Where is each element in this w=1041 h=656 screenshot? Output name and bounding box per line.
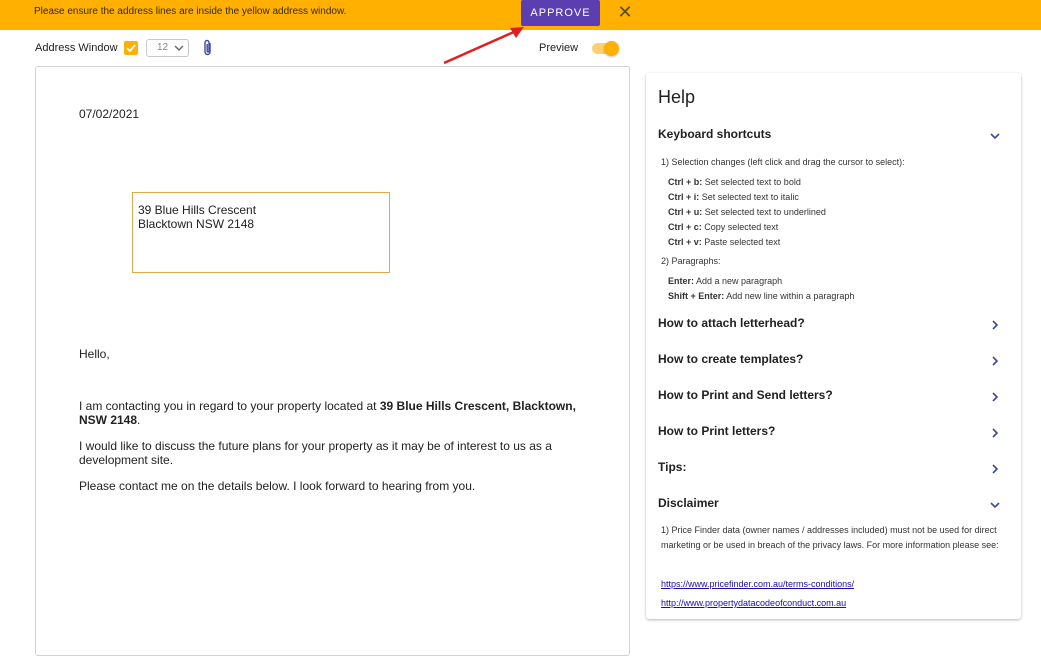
- address-line-1: 39 Blue Hills Crescent: [138, 203, 257, 217]
- letter-date: 07/02/2021: [79, 107, 140, 121]
- address-window: 39 Blue Hills Crescent Blacktown NSW 214…: [132, 192, 390, 273]
- chevron-down-icon: [174, 45, 184, 51]
- chevron-right-icon[interactable]: [989, 391, 1001, 403]
- letter-editor[interactable]: 07/02/2021 39 Blue Hills Crescent Blackt…: [35, 66, 630, 656]
- preview-label: Preview: [539, 42, 579, 54]
- approve-button[interactable]: APPROVE: [521, 0, 600, 26]
- chevron-down-icon[interactable]: [989, 499, 1001, 511]
- preview-toggle[interactable]: [592, 41, 620, 56]
- chevron-right-icon[interactable]: [989, 319, 1001, 331]
- help-panel: Help Keyboard shortcuts 1) Selection cha…: [646, 73, 1021, 619]
- paragraph-1: I am contacting you in regard to your pr…: [79, 399, 576, 427]
- keyboard-shortcuts-header[interactable]: Keyboard shortcuts: [658, 127, 771, 141]
- paperclip-icon[interactable]: [202, 39, 214, 57]
- address-window-label: Address Window: [35, 42, 118, 54]
- red-arrow-icon: [443, 27, 524, 65]
- font-size-value: 12: [157, 42, 169, 53]
- address-line-2: Blacktown NSW 2148: [138, 217, 255, 231]
- shortcut-item: Ctrl + v: Paste selected text: [668, 237, 781, 247]
- paragraphs-heading: 2) Paragraphs:: [661, 256, 721, 266]
- shortcut-item: Ctrl + i: Set selected text to italic: [668, 192, 799, 202]
- chevron-right-icon[interactable]: [989, 463, 1001, 475]
- shortcut-item: Ctrl + b: Set selected text to bold: [668, 177, 801, 187]
- help-title: Help: [658, 87, 696, 107]
- checkmark-icon: [126, 44, 136, 53]
- disclaimer-text: 1) Price Finder data (owner names / addr…: [661, 525, 999, 550]
- section-print-send[interactable]: How to Print and Send letters?: [658, 388, 833, 402]
- banner-message: Please ensure the address lines are insi…: [34, 6, 347, 17]
- close-icon[interactable]: ✕: [616, 3, 634, 21]
- section-create-templates[interactable]: How to create templates?: [658, 352, 803, 366]
- code-of-conduct-link[interactable]: http://www.propertydatacodeofconduct.com…: [661, 598, 846, 608]
- paragraph-3: Please contact me on the details below. …: [79, 479, 476, 493]
- section-disclaimer[interactable]: Disclaimer: [658, 496, 719, 510]
- chevron-right-icon[interactable]: [989, 427, 1001, 439]
- paragraph-2: I would like to discuss the future plans…: [79, 439, 552, 467]
- shortcut-item: Ctrl + c: Copy selected text: [668, 222, 779, 232]
- shortcut-item: Ctrl + u: Set selected text to underline…: [668, 207, 826, 217]
- chevron-down-icon[interactable]: [989, 130, 1001, 142]
- section-attach-letterhead[interactable]: How to attach letterhead?: [658, 316, 805, 330]
- chevron-right-icon[interactable]: [989, 355, 1001, 367]
- selection-heading: 1) Selection changes (left click and dra…: [661, 157, 905, 167]
- terms-link[interactable]: https://www.pricefinder.com.au/terms-con…: [661, 579, 854, 589]
- section-print-letters[interactable]: How to Print letters?: [658, 424, 775, 438]
- toggle-knob: [604, 41, 619, 56]
- address-window-checkbox[interactable]: [124, 41, 138, 55]
- section-tips[interactable]: Tips:: [658, 460, 686, 474]
- shortcut-item: Enter: Add a new paragraph: [668, 276, 783, 286]
- shortcut-item: Shift + Enter: Add new line within a par…: [668, 291, 855, 301]
- greeting: Hello,: [79, 347, 110, 361]
- font-size-select[interactable]: 12: [146, 39, 189, 57]
